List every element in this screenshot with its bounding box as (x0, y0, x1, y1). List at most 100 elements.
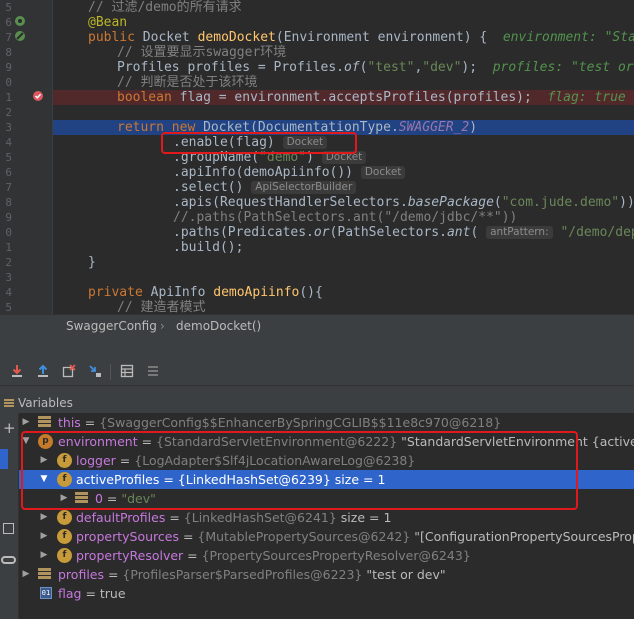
line-number: 5 (5, 151, 12, 164)
add-watch-icon[interactable]: + (3, 421, 16, 436)
step-into-icon[interactable] (9, 364, 25, 380)
code-text: } (88, 255, 96, 270)
variable-equals: = (183, 548, 202, 563)
line-number: 8 (5, 46, 12, 59)
line-number: 9 (5, 211, 12, 224)
code-text: .apis(RequestHandlerSelectors. (173, 195, 408, 210)
step-out-icon[interactable] (35, 364, 51, 380)
code-text: Docket (134, 30, 198, 45)
trace-icon[interactable] (145, 364, 161, 380)
breakpoint-icon[interactable] (32, 90, 44, 106)
code-string: "/demo/dept/**" (560, 225, 634, 240)
variable-row-property-sources[interactable]: ▶ f propertySources = {MutablePropertySo… (19, 527, 634, 546)
variable-extra: "[ConfigurationPropertySourcesProp (410, 529, 634, 544)
type-hint-badge: Docket (360, 166, 406, 179)
variable-row-property-resolver[interactable]: ▶ f propertyResolver = {PropertySourcesP… (19, 546, 634, 565)
code-line: } (88, 255, 96, 270)
code-line: private ApiInfo demoApiinfo(){ (88, 285, 323, 300)
show-types-icon[interactable] (1, 556, 16, 564)
expand-arrow-icon[interactable]: ▶ (21, 565, 31, 584)
line-number: 4 (5, 286, 12, 299)
expand-arrow-icon[interactable]: ▶ (39, 508, 49, 527)
code-method-name: demoApiinfo (213, 285, 300, 300)
field-stack-icon (38, 416, 51, 428)
variable-row-this[interactable]: ▶ this = {SwaggerConfig$$EnhancerBySprin… (19, 413, 634, 432)
code-text: ( (493, 195, 502, 210)
breadcrumb-item-method[interactable]: demoDocket() (176, 315, 261, 338)
code-keyword: return (117, 120, 164, 135)
variable-row-flag[interactable]: 01 flag = true (19, 584, 634, 603)
code-editor[interactable]: 5 6 7 8 9 0 1 2 3 4 5 6 7 8 9 0 1 2 3 4 … (0, 0, 634, 314)
code-string: "test" (367, 60, 415, 75)
frame-selection-marker (0, 449, 8, 469)
variable-value: {MutablePropertySources@6242} (197, 529, 411, 544)
expand-arrow-icon[interactable]: ▶ (39, 546, 49, 565)
code-line: //.paths(PathSelectors.ant("/demo/jdbc/*… (173, 210, 517, 225)
line-number: 8 (5, 196, 12, 209)
inline-debug-value: profiles: "test or dev" (492, 60, 634, 75)
parameter-hint-badge: antPattern: (486, 226, 553, 239)
copy-icon[interactable] (3, 523, 14, 534)
code-method-call: basePackage (407, 195, 494, 210)
code-line: // 建造者模式 (117, 300, 205, 314)
variable-row-default-profiles[interactable]: ▶ f defaultProfiles = {LinkedHashSet@624… (19, 508, 634, 527)
code-text: flag = environment.acceptsProfiles(profi… (171, 90, 548, 105)
code-comment: // 判断是否处于该环境 (117, 75, 258, 90)
code-comment: //.paths(PathSelectors.ant("/demo/jdbc/*… (173, 210, 518, 225)
variable-name: profiles (58, 567, 104, 582)
variable-name: flag (58, 586, 82, 601)
line-number: 6 (5, 166, 12, 179)
run-to-cursor-icon[interactable] (87, 364, 103, 380)
code-line: public Docket demoDocket(Environment env… (88, 30, 634, 45)
line-number: 7 (5, 181, 12, 194)
line-number: 1 (5, 241, 12, 254)
code-line: .paths(Predicates.or(PathSelectors.ant( … (173, 225, 634, 240)
bean-gutter-icon[interactable] (14, 15, 26, 31)
code-line: // 过滤/demo的所有请求 (88, 0, 242, 15)
enable-flag-highlight-box (161, 132, 357, 154)
evaluate-expression-icon[interactable] (119, 364, 135, 380)
code-text: .apiInfo(demoApiinfo()) (173, 165, 354, 180)
code-line: @Bean (88, 15, 127, 30)
field-badge-icon: f (57, 529, 72, 544)
variable-row-profiles[interactable]: ▶ profiles = {ProfilesParser$ParsedProfi… (19, 565, 634, 584)
code-method-name: demoDocket (197, 30, 276, 45)
variables-panel-title: Variables (18, 396, 73, 410)
variables-panel-header: Variables (0, 393, 634, 413)
variable-equals: = (81, 586, 100, 601)
toolbar-divider (110, 364, 111, 380)
variable-name: propertySources (76, 529, 179, 544)
line-number: 6 (5, 16, 12, 29)
expand-arrow-icon[interactable]: ▶ (21, 413, 31, 432)
bean-gutter-icon[interactable] (14, 30, 26, 46)
code-line: boolean flag = environment.acceptsProfil… (117, 90, 634, 105)
expand-arrow-icon[interactable]: ▶ (39, 527, 49, 546)
code-text: .select() (173, 180, 244, 195)
line-number: 7 (5, 31, 12, 44)
drop-frame-icon[interactable] (61, 364, 77, 380)
variables-tree[interactable]: ▶ this = {SwaggerConfig$$EnhancerBySprin… (19, 413, 634, 619)
variable-value: {ProfilesParser$ParsedProfiles@6223} (122, 567, 363, 582)
code-string: "dev" (422, 60, 462, 75)
variable-name: defaultProfiles (76, 510, 166, 525)
variable-extra: size = 1 (336, 510, 392, 525)
code-text: (PathSelectors. (329, 225, 447, 240)
field-stack-icon (38, 568, 51, 580)
code-keyword: boolean (117, 90, 172, 105)
editor-gutter[interactable]: 5 6 7 8 9 0 1 2 3 4 5 6 7 8 9 0 1 2 3 4 … (0, 0, 53, 314)
variable-value: true (99, 586, 126, 601)
code-keyword: private (88, 285, 143, 300)
field-badge-icon: f (57, 548, 72, 563)
line-number: 0 (5, 226, 12, 239)
variable-equals: = (165, 510, 184, 525)
code-annotation: @Bean (88, 15, 128, 30)
breadcrumb: SwaggerConfig › demoDocket() (0, 314, 634, 338)
line-number: 4 (5, 136, 12, 149)
breadcrumb-item-class[interactable]: SwaggerConfig (66, 315, 157, 338)
variable-value: {SwaggerConfig$$EnhancerBySpringCGLIB$$1… (99, 415, 502, 430)
variable-extra: "test or dev" (362, 567, 446, 582)
variable-equals: = (178, 529, 198, 544)
variables-side-toolbar: + (0, 413, 19, 619)
type-hint-badge: ApiSelectorBuilder (251, 181, 357, 194)
code-method-call: or (313, 225, 330, 240)
